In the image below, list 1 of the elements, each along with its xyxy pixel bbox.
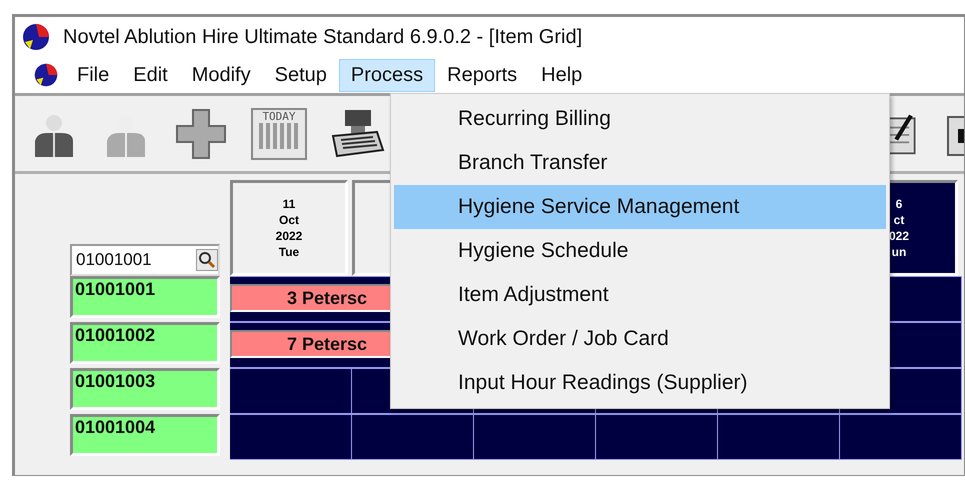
window-title: Novtel Ablution Hire Ultimate Standard 6.9.0.2 - [Item Grid] bbox=[63, 26, 582, 48]
